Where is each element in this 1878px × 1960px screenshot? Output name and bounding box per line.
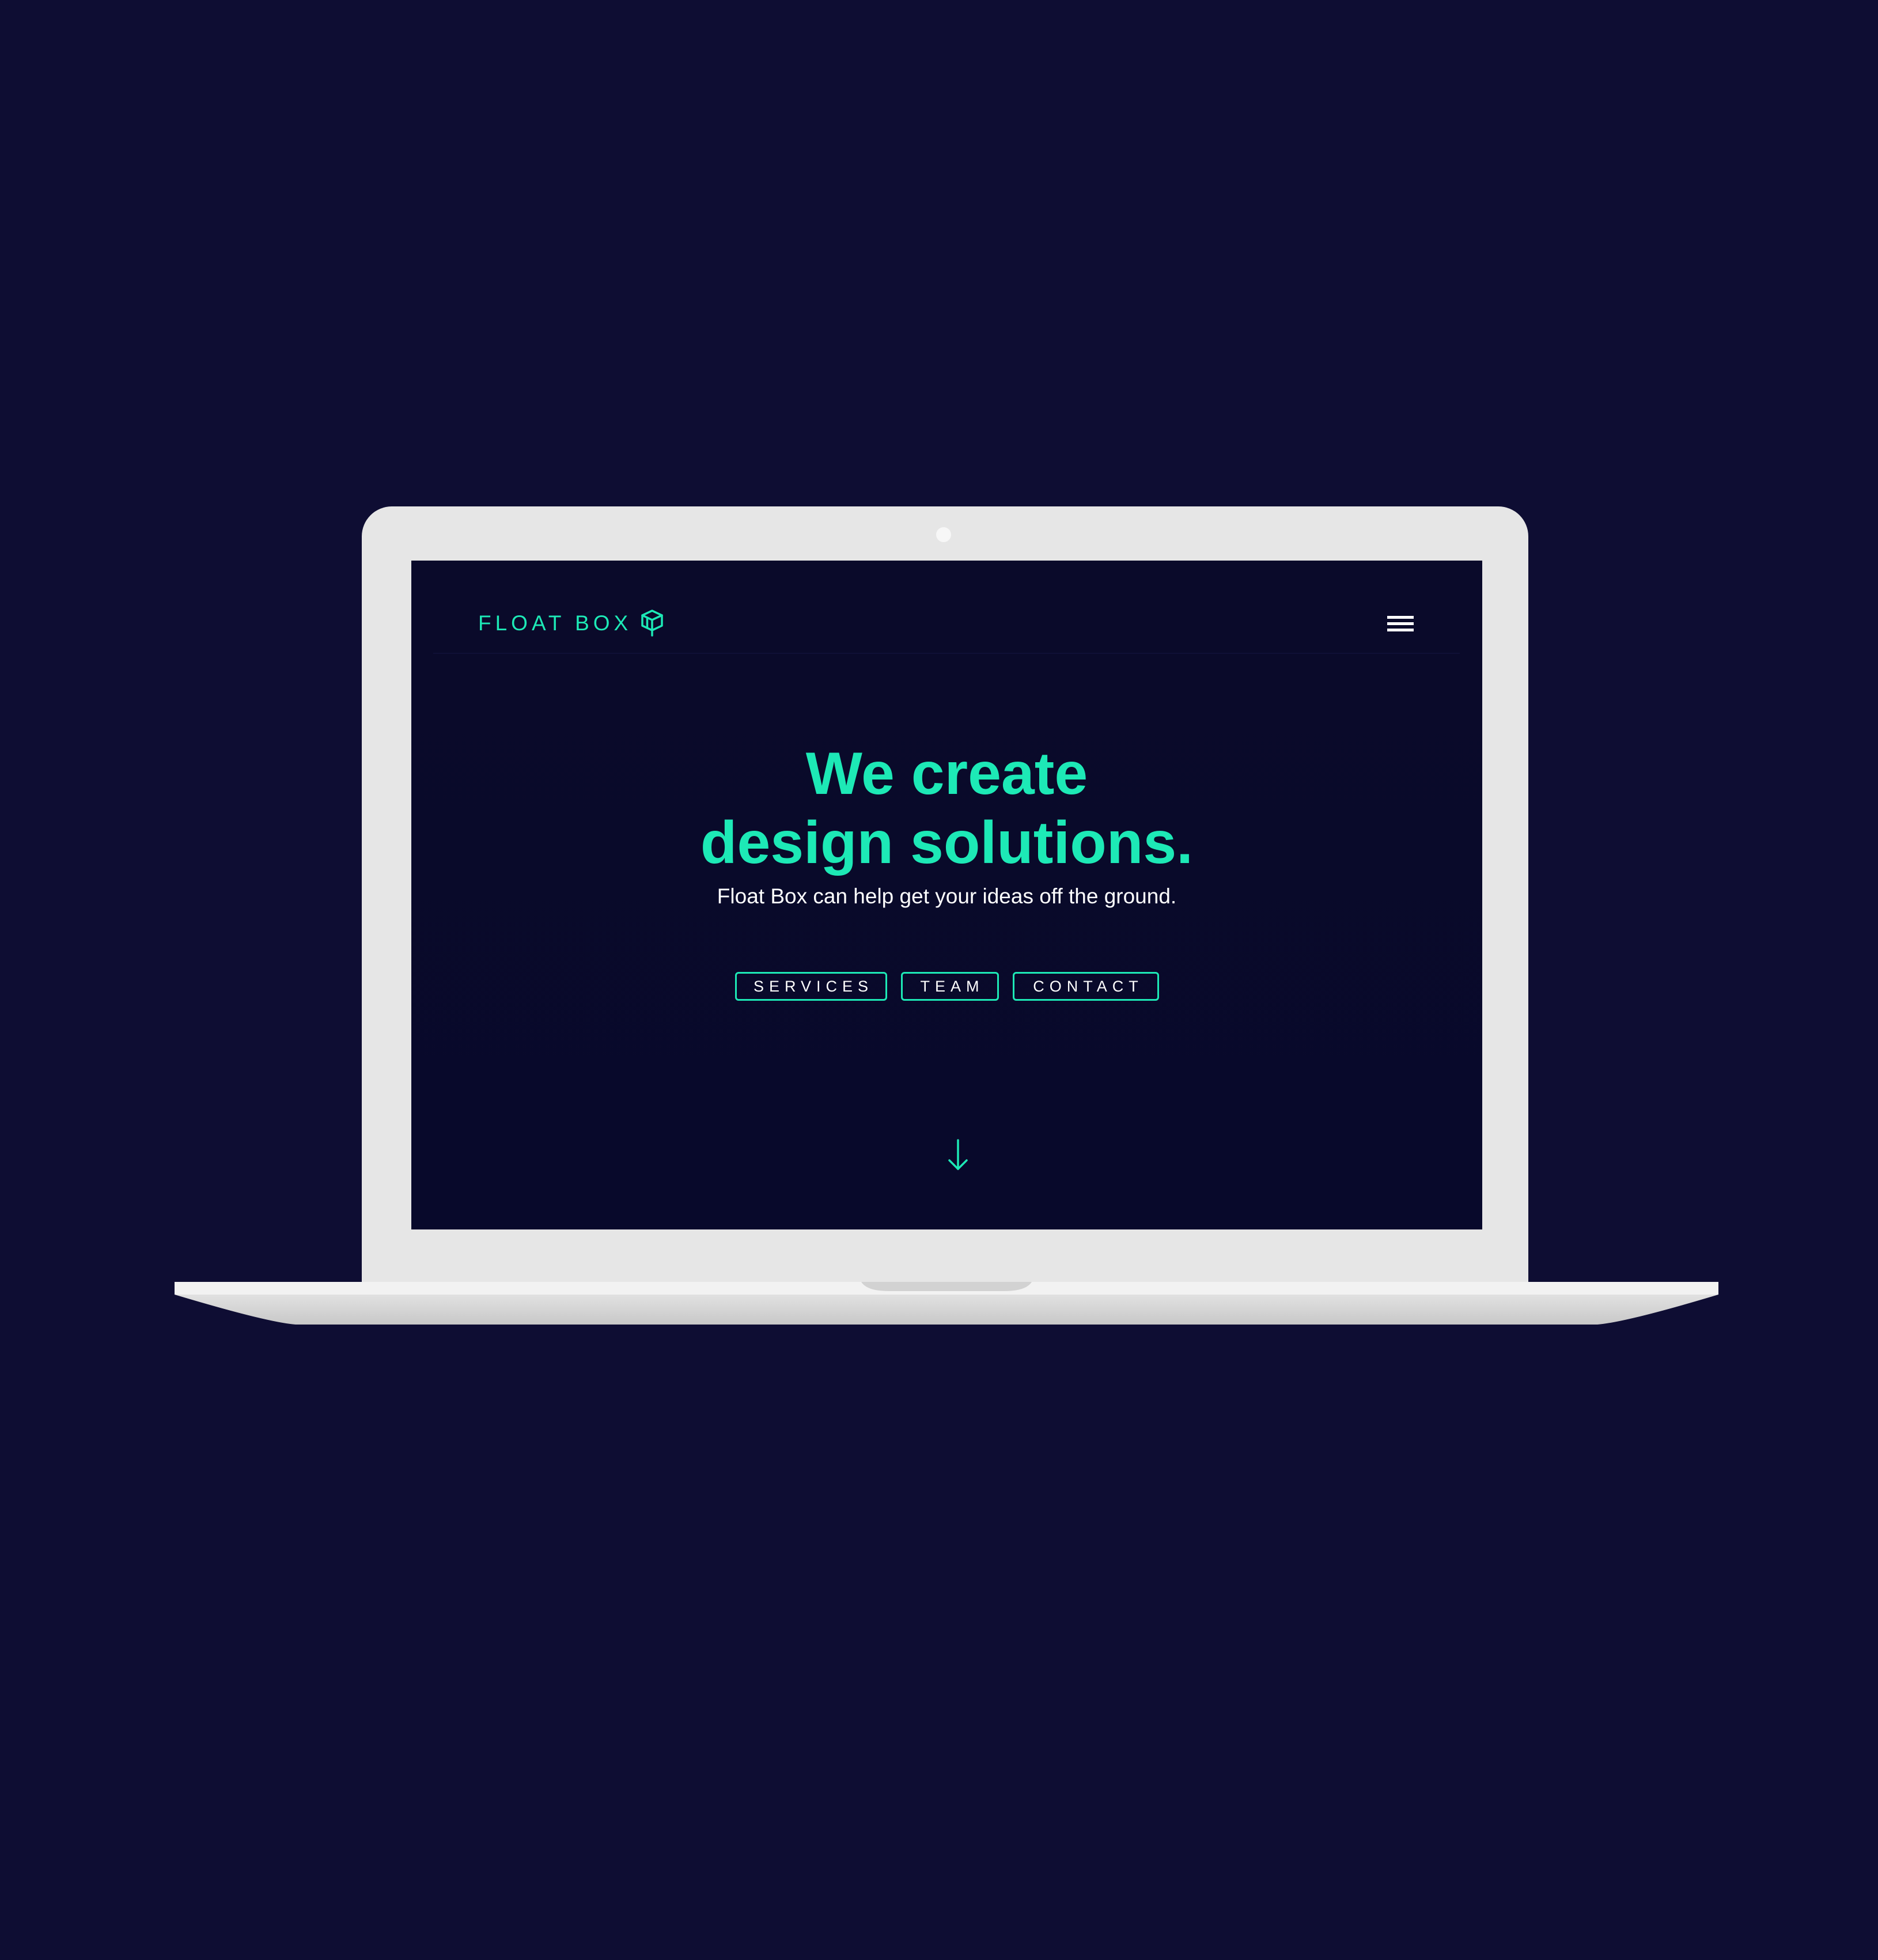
floating-box-icon <box>641 610 663 637</box>
team-button[interactable]: TEAM <box>900 972 999 1001</box>
hero-button-group: SERVICES TEAM CONTACT <box>411 972 1482 1001</box>
hamburger-menu-icon[interactable] <box>1386 612 1415 635</box>
brand-name: FLOAT BOX <box>478 611 633 635</box>
hero-subtitle: Float Box can help get your ideas off th… <box>717 884 1177 908</box>
hero-title: We create design solutions. <box>411 739 1482 877</box>
website-screen: FLOAT BOX We create design solutions. Fl… <box>411 561 1482 1229</box>
laptop-base <box>175 1282 1718 1325</box>
contact-button[interactable]: CONTACT <box>1012 972 1159 1001</box>
arrow-down-icon[interactable] <box>946 1138 970 1172</box>
hero-title-line-2: design solutions. <box>700 809 1194 876</box>
services-button[interactable]: SERVICES <box>734 972 887 1001</box>
hero-title-line-1: We create <box>805 740 1088 807</box>
navigation-bar <box>433 561 1460 654</box>
brand-logo[interactable]: FLOAT BOX <box>478 609 664 637</box>
camera-dot <box>936 527 951 542</box>
